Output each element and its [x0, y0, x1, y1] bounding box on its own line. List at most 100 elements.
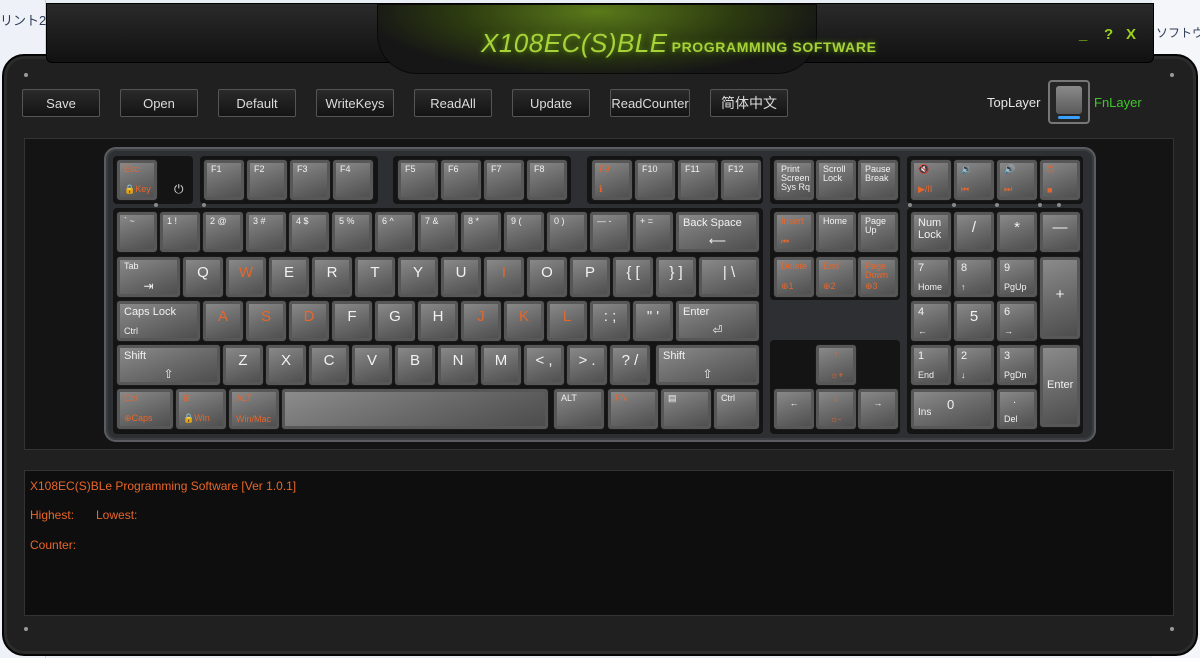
- key-8[interactable]: 8 *: [460, 211, 502, 253]
- key-right-arrow[interactable]: →: [857, 388, 899, 430]
- key-right-bracket[interactable]: } ]: [655, 256, 697, 298]
- key-u[interactable]: U: [440, 256, 482, 298]
- key-volume-up[interactable]: 🔊 ⏭: [996, 159, 1038, 201]
- key-i[interactable]: I: [483, 256, 525, 298]
- key-enter[interactable]: Enter ⏎: [675, 300, 760, 342]
- key-right-ctrl[interactable]: Ctrl: [713, 388, 760, 430]
- key-w[interactable]: W: [225, 256, 267, 298]
- open-button[interactable]: Open: [120, 89, 198, 117]
- key-e[interactable]: E: [268, 256, 310, 298]
- key-equal[interactable]: + =: [632, 211, 674, 253]
- key-9[interactable]: 9 (: [503, 211, 545, 253]
- key-left-alt[interactable]: ALT Win/Mac: [228, 388, 280, 430]
- key-print-screen[interactable]: Print Screen Sys Rq: [773, 159, 815, 201]
- key-j[interactable]: J: [460, 300, 502, 342]
- default-button[interactable]: Default: [218, 89, 296, 117]
- key-t[interactable]: T: [354, 256, 396, 298]
- layer-toggle-switch[interactable]: [1048, 80, 1090, 124]
- key-home[interactable]: Home: [815, 211, 857, 253]
- key-mute[interactable]: 🔇 ▶/II: [910, 159, 952, 201]
- key-right-alt[interactable]: ALT: [553, 388, 605, 430]
- key-end[interactable]: End ⊕2: [815, 256, 857, 298]
- key-f4[interactable]: F4: [332, 159, 374, 201]
- key-f6[interactable]: F6: [440, 159, 482, 201]
- update-button[interactable]: Update: [512, 89, 590, 117]
- key-f7[interactable]: F7: [483, 159, 525, 201]
- key-left-arrow[interactable]: ←: [773, 388, 815, 430]
- key-pause[interactable]: Pause Break: [857, 159, 899, 201]
- key-f11[interactable]: F11: [677, 159, 719, 201]
- key-f5[interactable]: F5: [397, 159, 439, 201]
- key-g[interactable]: G: [374, 300, 416, 342]
- key-numpad-5[interactable]: 5: [953, 300, 995, 342]
- key-m[interactable]: M: [480, 344, 522, 386]
- key-numpad-star[interactable]: *: [996, 211, 1038, 253]
- key-comma[interactable]: < ,: [523, 344, 565, 386]
- language-button[interactable]: 简体中文: [710, 89, 788, 117]
- key-left-shift[interactable]: Shift ⇧: [116, 344, 221, 386]
- key-backspace[interactable]: Back Space ⟵: [675, 211, 760, 253]
- key-f10[interactable]: F10: [634, 159, 676, 201]
- readall-button[interactable]: ReadAll: [414, 89, 492, 117]
- key-numpad-0[interactable]: Ins 0: [910, 388, 995, 430]
- key-left-ctrl[interactable]: Ctrl ⊕Caps: [116, 388, 174, 430]
- key-h[interactable]: H: [417, 300, 459, 342]
- key-backslash[interactable]: | \: [698, 256, 760, 298]
- key-x[interactable]: X: [265, 344, 307, 386]
- key-3[interactable]: 3 #: [245, 211, 287, 253]
- key-numpad-minus[interactable]: —: [1039, 211, 1081, 253]
- key-numpad-dot[interactable]: . Del: [996, 388, 1038, 430]
- key-period[interactable]: > .: [566, 344, 608, 386]
- key-windows[interactable]: ⊞ 🔒Win: [175, 388, 227, 430]
- key-c[interactable]: C: [308, 344, 350, 386]
- key-5[interactable]: 5 %: [331, 211, 373, 253]
- key-delete[interactable]: Delete ⊕1: [773, 256, 815, 298]
- key-f[interactable]: F: [331, 300, 373, 342]
- key-numpad-9[interactable]: 9 PgUp: [996, 256, 1038, 298]
- key-page-up[interactable]: Page Up: [857, 211, 899, 253]
- key-space[interactable]: [281, 388, 549, 430]
- key-r[interactable]: R: [311, 256, 353, 298]
- key-f3[interactable]: F3: [289, 159, 331, 201]
- key-f2[interactable]: F2: [246, 159, 288, 201]
- key-numpad-2[interactable]: 2 ↓: [953, 344, 995, 386]
- key-p[interactable]: P: [569, 256, 611, 298]
- key-power[interactable]: ⏻ ■: [1039, 159, 1081, 201]
- key-1[interactable]: 1 !: [159, 211, 201, 253]
- key-v[interactable]: V: [351, 344, 393, 386]
- key-volume-down[interactable]: 🔉 ⏮: [953, 159, 995, 201]
- key-tab[interactable]: Tab ⇥: [116, 256, 181, 298]
- key-y[interactable]: Y: [397, 256, 439, 298]
- key-semicolon[interactable]: : ;: [589, 300, 631, 342]
- key-numpad-enter[interactable]: Enter: [1039, 344, 1081, 428]
- key-fn[interactable]: FN: [607, 388, 659, 430]
- key-f12[interactable]: F12: [720, 159, 762, 201]
- key-num-lock[interactable]: Num Lock: [910, 211, 952, 253]
- key-right-shift[interactable]: Shift ⇧: [655, 344, 760, 386]
- key-caps-lock[interactable]: Caps Lock Ctrl: [116, 300, 201, 342]
- key-grave[interactable]: ` ~: [116, 211, 158, 253]
- key-quote[interactable]: " ': [632, 300, 674, 342]
- key-s[interactable]: S: [245, 300, 287, 342]
- key-numpad-7[interactable]: 7 Home: [910, 256, 952, 298]
- key-page-down[interactable]: Page Down ⊕3: [857, 256, 899, 298]
- key-numpad-slash[interactable]: /: [953, 211, 995, 253]
- key-numpad-1[interactable]: 1 End: [910, 344, 952, 386]
- key-7[interactable]: 7 &: [417, 211, 459, 253]
- save-button[interactable]: Save: [22, 89, 100, 117]
- key-minus[interactable]: — -: [589, 211, 631, 253]
- key-numpad-3[interactable]: 3 PgDn: [996, 344, 1038, 386]
- key-6[interactable]: 6 ^: [374, 211, 416, 253]
- key-esc[interactable]: Esc 🔒Key: [116, 159, 158, 201]
- key-numpad-plus[interactable]: +: [1039, 256, 1081, 340]
- key-numpad-4[interactable]: 4 ←: [910, 300, 952, 342]
- key-down-arrow[interactable]: ↓ ☼-: [815, 388, 857, 430]
- readcounter-button[interactable]: ReadCounter: [610, 89, 690, 117]
- key-z[interactable]: Z: [222, 344, 264, 386]
- key-d[interactable]: D: [288, 300, 330, 342]
- minimize-button[interactable]: _: [1079, 26, 1087, 43]
- key-scroll-lock[interactable]: Scroll Lock: [815, 159, 857, 201]
- key-f9[interactable]: F9 ℹ: [591, 159, 633, 201]
- key-o[interactable]: O: [526, 256, 568, 298]
- key-menu[interactable]: ▤: [660, 388, 712, 430]
